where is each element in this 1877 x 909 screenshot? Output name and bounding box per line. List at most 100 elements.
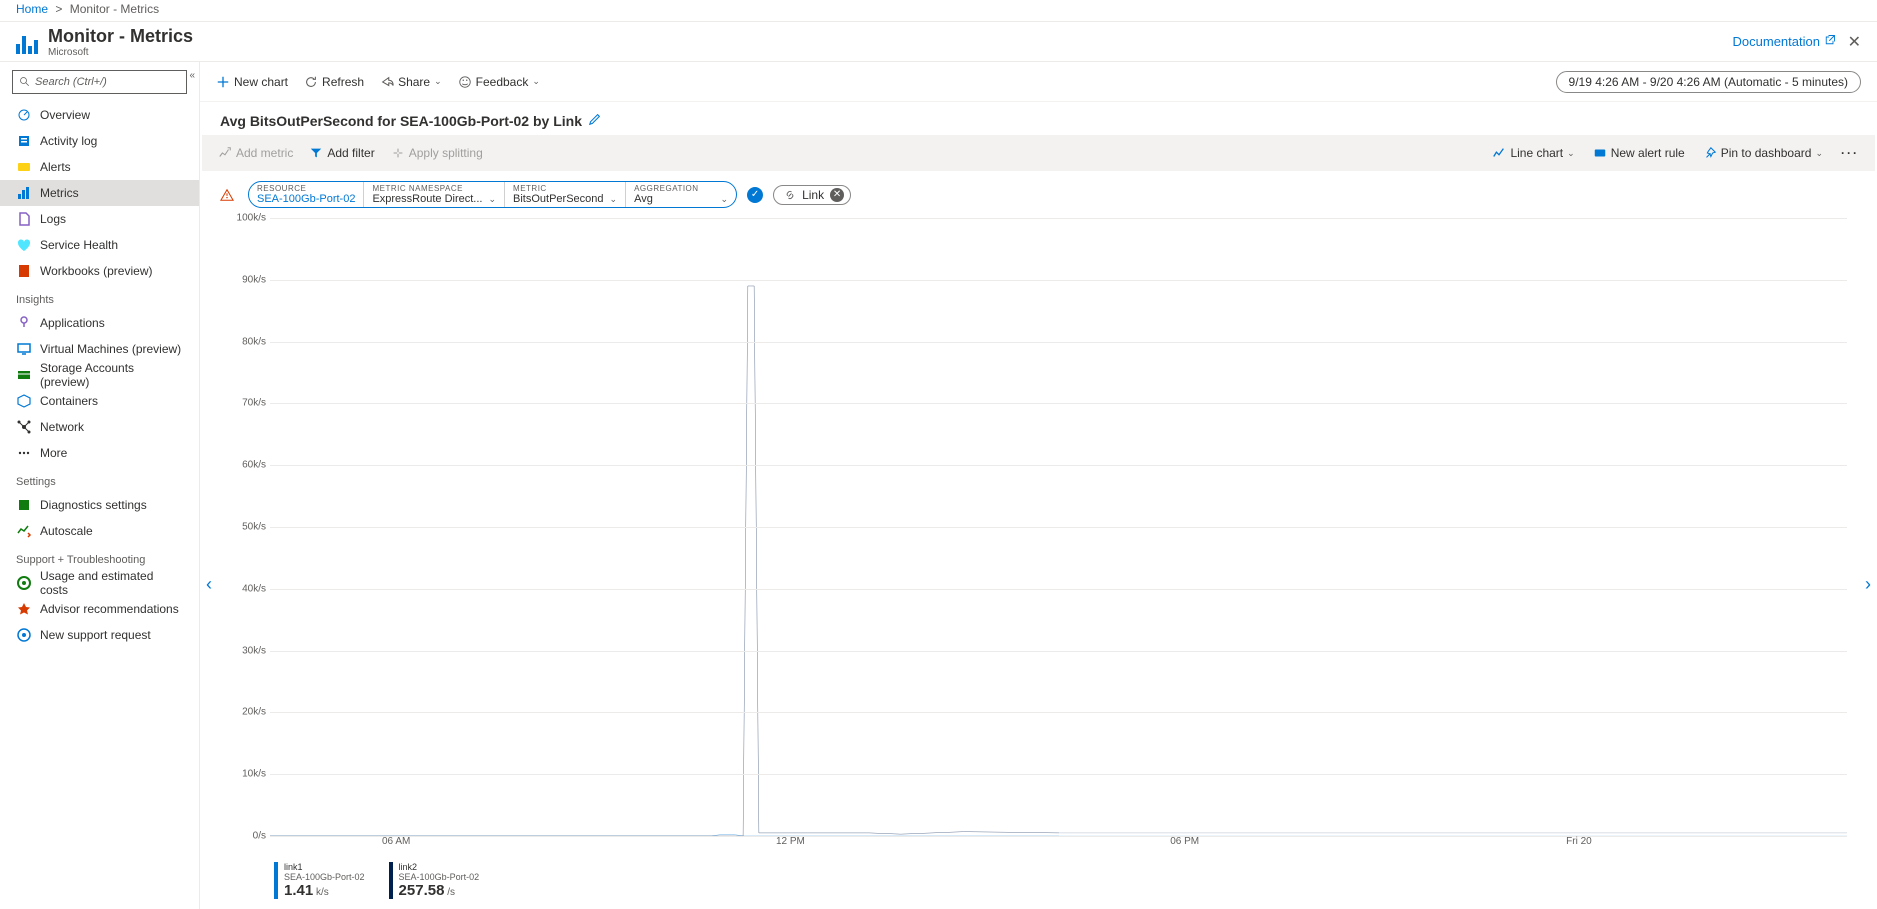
- add-filter-button[interactable]: Add filter: [309, 146, 374, 160]
- feedback-button[interactable]: Feedback⌄: [458, 75, 540, 89]
- sidebar-item-label: Containers: [40, 394, 98, 408]
- sidebar-item-label: Service Health: [40, 238, 118, 252]
- nav-group-settings: Settings: [0, 466, 199, 492]
- collapse-sidebar-icon[interactable]: «: [189, 70, 195, 81]
- grid-line: [270, 342, 1847, 343]
- y-tick: 0/s: [253, 831, 266, 842]
- apply-splitting-button[interactable]: Apply splitting: [391, 146, 483, 160]
- legend-item-link2[interactable]: link2SEA-100Gb-Port-02257.58 /s: [389, 862, 480, 899]
- sidebar-item-label: Logs: [40, 212, 66, 226]
- refresh-icon: [304, 75, 318, 89]
- vms-icon: [16, 341, 32, 357]
- aggregation-selector[interactable]: AGGREGATION Avg⌄: [626, 182, 736, 207]
- chart-title: Avg BitsOutPerSecond for SEA-100Gb-Port-…: [220, 113, 582, 129]
- sidebar-item-alerts[interactable]: Alerts: [0, 154, 199, 180]
- sidebar-item-support[interactable]: New support request: [0, 622, 199, 648]
- toolbar: New chart Refresh Share⌄ Feedback⌄ 9/19 …: [200, 62, 1877, 102]
- nav-group-support: Support + Troubleshooting: [0, 544, 199, 570]
- activity-icon: [16, 133, 32, 149]
- grid-line: [270, 465, 1847, 466]
- workbooks-icon: [16, 263, 32, 279]
- sidebar-item-containers[interactable]: Containers: [0, 388, 199, 414]
- sidebar-item-logs[interactable]: Logs: [0, 206, 199, 232]
- legend-value: 257.58 /s: [399, 882, 480, 899]
- sidebar-item-label: Autoscale: [40, 524, 93, 538]
- sidebar-item-vms[interactable]: Virtual Machines (preview): [0, 336, 199, 362]
- title-bar: Monitor - Metrics Microsoft Documentatio…: [0, 22, 1877, 62]
- remove-chip-icon[interactable]: ✕: [830, 188, 844, 202]
- grid-line: [270, 589, 1847, 590]
- grid-line: [270, 218, 1847, 219]
- grid-line: [270, 712, 1847, 713]
- y-tick: 90k/s: [242, 274, 266, 285]
- next-chart-button[interactable]: ›: [1855, 564, 1877, 605]
- new-alert-button[interactable]: New alert rule: [1593, 146, 1685, 160]
- link-filter-chip[interactable]: Link ✕: [773, 185, 851, 205]
- new-chart-button[interactable]: New chart: [216, 75, 288, 89]
- y-tick: 60k/s: [242, 460, 266, 471]
- close-icon[interactable]: ✕: [1848, 32, 1861, 52]
- sidebar-item-apps[interactable]: Applications: [0, 310, 199, 336]
- metric-selector[interactable]: METRIC BitsOutPerSecond⌄: [505, 182, 626, 207]
- pin-dashboard-button[interactable]: Pin to dashboard⌄: [1703, 146, 1823, 160]
- main-content: New chart Refresh Share⌄ Feedback⌄ 9/19 …: [200, 62, 1877, 909]
- y-tick: 20k/s: [242, 707, 266, 718]
- pin-icon: [1703, 146, 1717, 160]
- sidebar-item-label: Workbooks (preview): [40, 264, 152, 278]
- sidebar-item-overview[interactable]: Overview: [0, 102, 199, 128]
- grid-line: [270, 651, 1847, 652]
- logs-icon: [16, 211, 32, 227]
- sidebar: « Search (Ctrl+/) OverviewActivity logAl…: [0, 62, 200, 909]
- sidebar-item-metrics[interactable]: Metrics: [0, 180, 199, 206]
- legend-name: link2: [399, 862, 480, 872]
- breadcrumb: Home > Monitor - Metrics: [0, 0, 1877, 22]
- sidebar-item-label: New support request: [40, 628, 151, 642]
- share-button[interactable]: Share⌄: [380, 75, 442, 89]
- namespace-selector[interactable]: METRIC NAMESPACE ExpressRoute Direct...⌄: [364, 182, 505, 207]
- sidebar-item-label: Storage Accounts (preview): [40, 361, 183, 389]
- legend-item-link1[interactable]: link1SEA-100Gb-Port-021.41 k/s: [274, 862, 365, 899]
- legend-sub: SEA-100Gb-Port-02: [284, 872, 365, 882]
- sidebar-item-activity[interactable]: Activity log: [0, 128, 199, 154]
- sidebar-item-autoscale[interactable]: Autoscale: [0, 518, 199, 544]
- sidebar-item-label: Advisor recommendations: [40, 602, 179, 616]
- apps-icon: [16, 315, 32, 331]
- sidebar-item-label: More: [40, 446, 67, 460]
- refresh-button[interactable]: Refresh: [304, 75, 364, 89]
- search-icon: [19, 76, 31, 88]
- autoscale-icon: [16, 523, 32, 539]
- documentation-link[interactable]: Documentation: [1733, 34, 1836, 49]
- sidebar-item-label: Applications: [40, 316, 105, 330]
- sidebar-item-storage[interactable]: Storage Accounts (preview): [0, 362, 199, 388]
- chart-type-selector[interactable]: Line chart⌄: [1492, 146, 1574, 160]
- confirm-icon[interactable]: ✓: [747, 187, 763, 203]
- prev-chart-button[interactable]: ‹: [196, 564, 222, 605]
- advisor-icon: [16, 601, 32, 617]
- chart-area[interactable]: 0/s10k/s20k/s30k/s40k/s50k/s60k/s70k/s80…: [230, 218, 1847, 856]
- time-range-selector[interactable]: 9/19 4:26 AM - 9/20 4:26 AM (Automatic -…: [1556, 71, 1861, 93]
- sidebar-item-health[interactable]: Service Health: [0, 232, 199, 258]
- split-icon: [391, 146, 405, 160]
- sidebar-item-workbooks[interactable]: Workbooks (preview): [0, 258, 199, 284]
- sidebar-item-network[interactable]: Network: [0, 414, 199, 440]
- breadcrumb-home[interactable]: Home: [16, 2, 48, 16]
- sidebar-item-more[interactable]: More: [0, 440, 199, 466]
- more-options-button[interactable]: ···: [1841, 146, 1859, 160]
- more-icon: [16, 445, 32, 461]
- search-input[interactable]: Search (Ctrl+/): [12, 70, 187, 94]
- add-metric-button[interactable]: Add metric: [218, 146, 293, 160]
- filter-icon: [309, 146, 323, 160]
- y-tick: 100k/s: [237, 213, 266, 224]
- plus-icon: [216, 75, 230, 89]
- support-icon: [16, 627, 32, 643]
- sidebar-item-advisor[interactable]: Advisor recommendations: [0, 596, 199, 622]
- sidebar-item-diag[interactable]: Diagnostics settings: [0, 492, 199, 518]
- edit-title-button[interactable]: [588, 112, 602, 129]
- diag-icon: [16, 497, 32, 513]
- sidebar-item-usage[interactable]: Usage and estimated costs: [0, 570, 199, 596]
- resource-selector[interactable]: RESOURCE SEA-100Gb-Port-02: [249, 182, 364, 207]
- y-tick: 70k/s: [242, 398, 266, 409]
- legend-sub: SEA-100Gb-Port-02: [399, 872, 480, 882]
- grid-line: [270, 280, 1847, 281]
- x-tick: 12 PM: [776, 836, 805, 847]
